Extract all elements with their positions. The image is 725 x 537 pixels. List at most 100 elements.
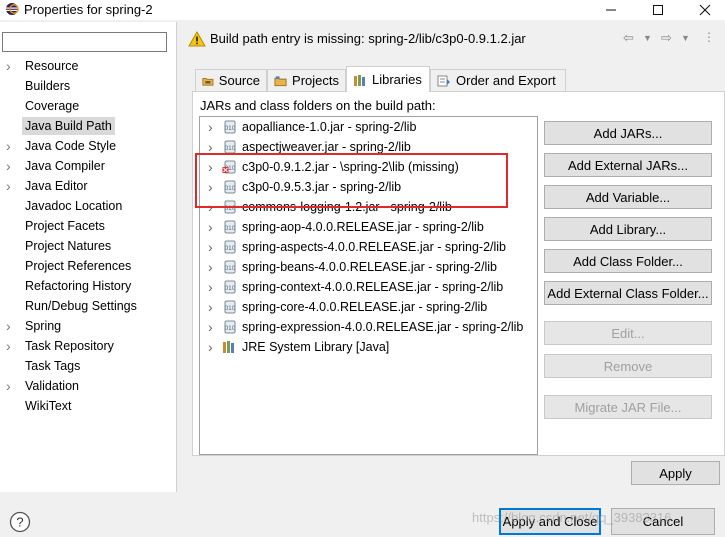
add-external-class-folder-button[interactable]: Add External Class Folder... [544, 281, 712, 305]
nav-item-label: Java Build Path [22, 117, 115, 135]
chevron-right-icon[interactable]: › [208, 257, 213, 277]
jar-entry-label: spring-aspects-4.0.0.RELEASE.jar - sprin… [242, 240, 507, 254]
nav-item[interactable]: › Java Compiler [0, 156, 177, 176]
jar-icon: 010 [224, 300, 236, 314]
jar-icon: 010 [224, 140, 236, 154]
eclipse-app-icon [6, 3, 19, 15]
nav-item-label: Validation [25, 379, 79, 393]
chevron-right-icon[interactable]: › [208, 337, 213, 357]
nav-item[interactable]: Coverage [0, 96, 177, 116]
chevron-right-icon[interactable]: › [6, 156, 11, 176]
edit-button[interactable]: Edit... [544, 321, 712, 345]
library-icon [223, 341, 234, 353]
migrate-jar-file-button[interactable]: Migrate JAR File... [544, 395, 712, 419]
jar-entry-label: aopalliance-1.0.jar - spring-2/lib [242, 120, 417, 134]
tab-projects[interactable]: Projects [267, 69, 346, 91]
chevron-right-icon[interactable]: › [6, 136, 11, 156]
remove-button[interactable]: Remove [544, 354, 712, 378]
nav-item[interactable]: › Java Editor [0, 176, 177, 196]
jar-row[interactable]: › 010 spring-expression-4.0.0.RELEASE.jar … [200, 317, 537, 337]
add-variable-button[interactable]: Add Variable... [544, 185, 712, 209]
chevron-right-icon[interactable]: › [208, 237, 213, 257]
chevron-right-icon[interactable]: › [208, 117, 213, 137]
close-icon [699, 4, 711, 16]
nav-item[interactable]: Builders [0, 76, 177, 96]
cancel-button[interactable]: Cancel [611, 508, 715, 535]
nav-item-label: Resource [25, 59, 79, 73]
tab-label: Projects [292, 73, 339, 88]
jar-icon: 010 [224, 280, 236, 294]
tab-libraries[interactable]: Libraries [346, 66, 430, 92]
nav-item[interactable]: Project References [0, 256, 177, 276]
nav-item[interactable]: › Java Code Style [0, 136, 177, 156]
warning-icon [188, 31, 206, 47]
svg-text:010: 010 [225, 225, 236, 232]
nav-item[interactable]: Run/Debug Settings [0, 296, 177, 316]
forward-arrow-icon[interactable]: ⇨ [661, 30, 672, 46]
chevron-right-icon[interactable]: › [6, 316, 11, 336]
history-nav: ⇦ ▼ ⇨ ▼ ⋮ [621, 30, 721, 50]
libraries-icon [354, 74, 365, 86]
svg-text:010: 010 [225, 145, 236, 152]
jar-icon: 010 [224, 260, 236, 274]
jar-row[interactable]: › 010 spring-aspects-4.0.0.RELEASE.jar - s… [200, 237, 537, 257]
jar-row[interactable]: › 010 spring-core-4.0.0.RELEASE.jar - spri… [200, 297, 537, 317]
tab-source[interactable]: Source [195, 69, 267, 91]
close-button[interactable] [688, 0, 722, 20]
forward-dropdown-icon[interactable]: ▼ [681, 33, 690, 43]
maximize-button[interactable] [641, 0, 675, 20]
projects-icon [274, 75, 287, 86]
nav-item-label: Run/Debug Settings [25, 299, 137, 313]
tab-order-and-export[interactable]: Order and Export [430, 69, 566, 91]
add-class-folder-button[interactable]: Add Class Folder... [544, 249, 712, 273]
nav-item[interactable]: Java Build Path [0, 116, 177, 136]
nav-item[interactable]: Project Natures [0, 236, 177, 256]
nav-item[interactable]: WikiText [0, 396, 177, 416]
window-title: Properties for spring-2 [24, 2, 153, 17]
jar-entry-label: spring-aop-4.0.0.RELEASE.jar - spring-2/… [242, 220, 484, 234]
jar-entry-label: spring-expression-4.0.0.RELEASE.jar - sp… [242, 320, 524, 334]
filter-input[interactable] [2, 32, 167, 52]
chevron-right-icon[interactable]: › [208, 317, 213, 337]
nav-item[interactable]: Project Facets [0, 216, 177, 236]
jar-icon: 010 [224, 320, 236, 334]
apply-and-close-button[interactable]: Apply and Close [499, 508, 601, 535]
library-row[interactable]: › JRE System Library [Java] [200, 337, 537, 357]
jar-entry-label: spring-context-4.0.0.RELEASE.jar - sprin… [242, 280, 504, 294]
nav-item[interactable]: › Validation [0, 376, 177, 396]
jar-row[interactable]: › 010 spring-beans-4.0.0.RELEASE.jar - spr… [200, 257, 537, 277]
chevron-right-icon[interactable]: › [6, 376, 11, 396]
chevron-right-icon[interactable]: › [208, 217, 213, 237]
nav-item[interactable]: Javadoc Location [0, 196, 177, 216]
add-external-jars-button[interactable]: Add External JARs... [544, 153, 712, 177]
chevron-right-icon[interactable]: › [208, 277, 213, 297]
nav-item[interactable]: › Resource [0, 56, 177, 76]
order-export-icon [437, 75, 450, 86]
help-icon[interactable]: ? [9, 511, 31, 533]
nav-item[interactable]: Refactoring History [0, 276, 177, 296]
back-dropdown-icon[interactable]: ▼ [643, 33, 652, 43]
chevron-right-icon[interactable]: › [6, 176, 11, 196]
jar-row[interactable]: › 010 spring-aop-4.0.0.RELEASE.jar - sprin… [200, 217, 537, 237]
view-menu-icon[interactable]: ⋮ [703, 30, 715, 44]
back-arrow-icon[interactable]: ⇦ [623, 30, 634, 46]
add-library-button[interactable]: Add Library... [544, 217, 712, 241]
svg-text:010: 010 [225, 245, 236, 252]
chevron-right-icon[interactable]: › [6, 336, 11, 356]
nav-item-label: Task Repository [25, 339, 114, 353]
red-highlight-box [195, 153, 508, 208]
tab-label: Source [218, 73, 260, 88]
svg-text:010: 010 [225, 325, 236, 332]
add-jars-button[interactable]: Add JARs... [544, 121, 712, 145]
nav-item[interactable]: Task Tags [0, 356, 177, 376]
jar-row[interactable]: › 010 aopalliance-1.0.jar - spring-2/lib [200, 117, 537, 137]
jar-icon: 010 [224, 120, 236, 134]
nav-item-label: Spring [25, 319, 62, 333]
chevron-right-icon[interactable]: › [208, 297, 213, 317]
minimize-button[interactable] [594, 0, 628, 20]
apply-button[interactable]: Apply [631, 461, 720, 485]
nav-item[interactable]: › Task Repository [0, 336, 177, 356]
jar-row[interactable]: › 010 spring-context-4.0.0.RELEASE.jar - s… [200, 277, 537, 297]
chevron-right-icon[interactable]: › [6, 56, 11, 76]
nav-item[interactable]: › Spring [0, 316, 177, 336]
